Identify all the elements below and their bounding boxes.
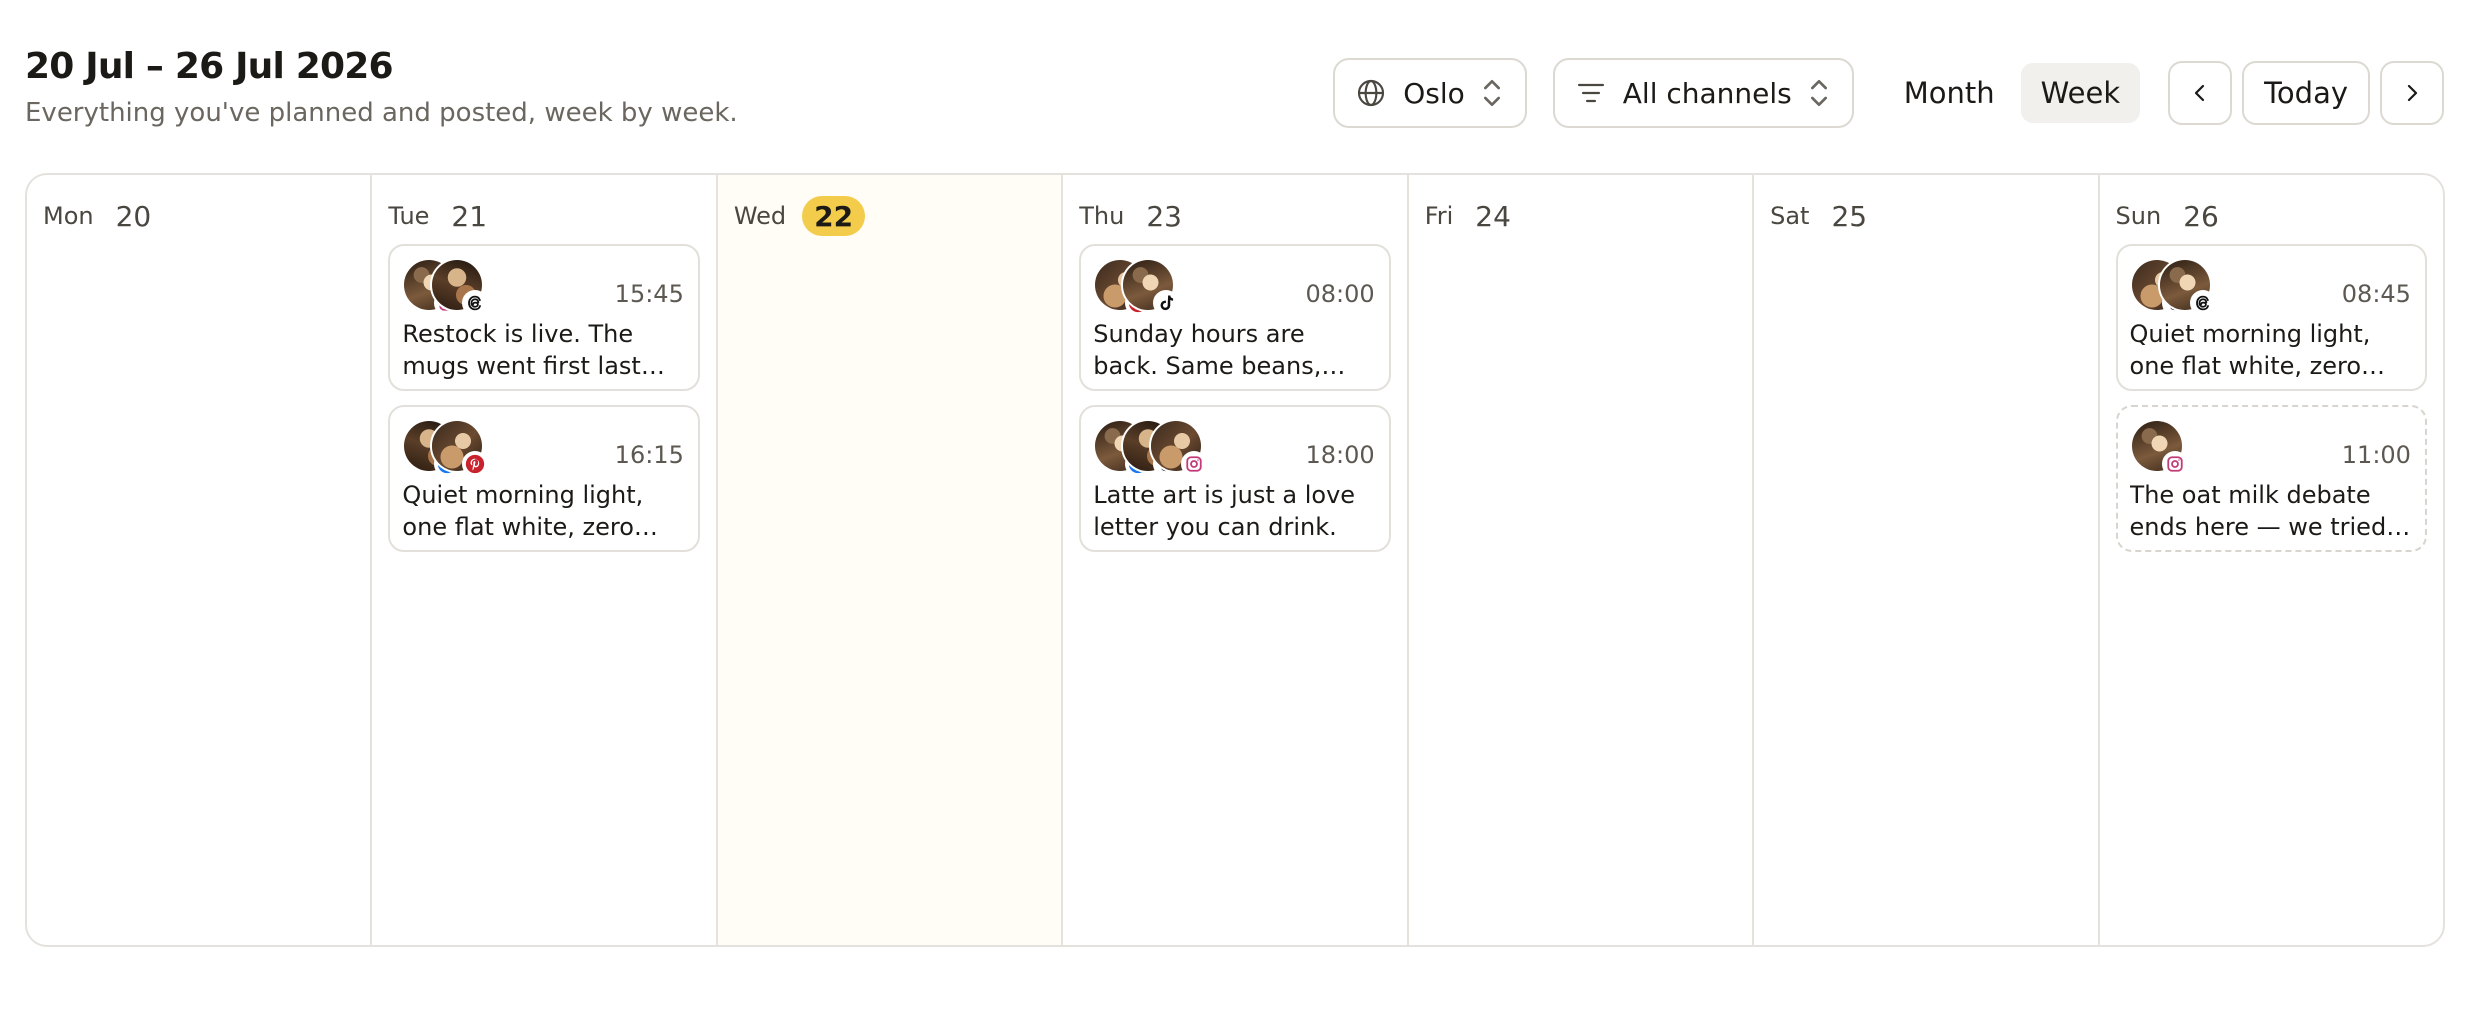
- chevron-right-icon: [2407, 84, 2418, 102]
- date-range-title: 20 Jul – 26 Jul 2026: [25, 46, 394, 87]
- today-button[interactable]: Today: [2242, 61, 2370, 125]
- day-number: 23: [1146, 199, 1182, 233]
- day-posts: 08:45 Quiet morning light, one flat white…: [2115, 244, 2427, 566]
- post-caption: Restock is live. The mugs went first las…: [402, 320, 641, 380]
- day-of-week: Thu: [1079, 202, 1125, 230]
- day-number: 20: [115, 199, 152, 233]
- day-header: Fri 24: [1425, 195, 1752, 237]
- timezone-value: Oslo: [1403, 76, 1465, 110]
- filter-icon: [1577, 83, 1604, 103]
- view-month-button[interactable]: Month: [1884, 63, 2015, 123]
- view-week-button[interactable]: Week: [2020, 63, 2141, 123]
- post-card-header: 08:00: [1093, 258, 1376, 316]
- calendar-page: 20 Jul – 26 Jul 2026 Everything you've p…: [0, 0, 2478, 1014]
- post-card[interactable]: 16:15 Quiet morning light, one flat white…: [388, 405, 700, 552]
- week-calendar-grid: Mon 20 Tue 21 15:45 Restock is live. The mugs…: [25, 173, 2445, 947]
- chevron-up-down-icon: [1810, 80, 1827, 106]
- post-time: 15:45: [614, 280, 684, 308]
- post-time: 08:00: [1305, 280, 1375, 308]
- next-week-button[interactable]: [2380, 61, 2444, 125]
- day-header: Sat 25: [1770, 195, 2097, 237]
- day-number: 24: [1475, 199, 1511, 233]
- threads-icon: [462, 290, 489, 316]
- instagram-icon: [1181, 451, 1208, 477]
- post-caption: Quiet morning light, one flat white, zer…: [2129, 320, 2371, 380]
- day-column-sat[interactable]: Sat 25: [1754, 175, 2100, 945]
- post-card[interactable]: 18:00 Latte art is just a love letter you…: [1079, 405, 1391, 552]
- avatar: [1121, 258, 1180, 316]
- toolbar: Oslo All channels Month Week Today: [1333, 57, 2444, 129]
- day-of-week: Tue: [388, 202, 430, 230]
- day-column-fri[interactable]: Fri 24: [1409, 175, 1755, 945]
- day-of-week: Sun: [2115, 202, 2162, 230]
- day-of-week: Wed: [733, 202, 787, 230]
- day-header: Tue 21: [388, 195, 715, 237]
- post-caption: Quiet morning light, one flat white, zer…: [402, 481, 644, 541]
- day-of-week: Mon: [43, 202, 94, 230]
- day-column-mon[interactable]: Mon 20: [27, 175, 373, 945]
- post-caption: Latte art is just a love letter you can …: [1093, 481, 1356, 541]
- account-avatars: [1093, 258, 1180, 316]
- day-header: Mon 20: [43, 195, 370, 237]
- avatar: [2157, 258, 2216, 316]
- day-number: 25: [1831, 199, 1868, 233]
- previous-week-button[interactable]: [2168, 61, 2233, 125]
- channels-filter-value: All channels: [1622, 76, 1792, 110]
- post-card-header: 16:15: [402, 419, 685, 477]
- day-of-week: Sat: [1770, 202, 1810, 230]
- avatar: [1149, 419, 1208, 477]
- account-avatars: [402, 419, 489, 477]
- page-header: 20 Jul – 26 Jul 2026 Everything you've p…: [25, 46, 738, 128]
- account-avatars: [2129, 419, 2188, 477]
- draft-post-card[interactable]: 11:00 The oat milk debate ends here — we …: [2115, 405, 2427, 552]
- timezone-select[interactable]: Oslo: [1333, 58, 1527, 128]
- post-card-header: 15:45: [402, 258, 685, 316]
- globe-icon: [1358, 79, 1385, 107]
- post-card-header: 11:00: [2129, 419, 2413, 477]
- chevron-up-down-icon: [1483, 80, 1500, 106]
- today-date-badge: 22: [802, 196, 866, 236]
- post-time: 18:00: [1305, 441, 1375, 469]
- post-card-header: 08:45: [2129, 258, 2413, 316]
- day-column-tue[interactable]: Tue 21 15:45 Restock is live. The mugs went…: [372, 175, 718, 945]
- pinterest-icon: [462, 451, 489, 477]
- day-header: Thu 23: [1079, 195, 1406, 237]
- chevron-left-icon: [2195, 84, 2205, 102]
- day-number: 21: [451, 199, 488, 233]
- day-number: 26: [2183, 199, 2219, 233]
- account-avatars: [402, 258, 489, 316]
- day-header: Sun 26: [2116, 195, 2443, 237]
- account-avatars: [1093, 419, 1208, 477]
- day-posts: 15:45 Restock is live. The mugs went firs…: [388, 244, 700, 566]
- day-posts: 08:00 Sunday hours are back. Same beans, …: [1079, 244, 1391, 566]
- avatar: [430, 258, 489, 316]
- post-card[interactable]: 08:00 Sunday hours are back. Same beans, …: [1079, 244, 1391, 391]
- view-switcher: Month Week: [1884, 63, 2141, 123]
- day-column-sun[interactable]: Sun 26 08:45 Quiet morning light, one flat …: [2100, 175, 2443, 945]
- instagram-icon: [2161, 451, 2188, 477]
- post-caption: Sunday hours are back. Same beans, slowe…: [1093, 320, 1322, 380]
- post-time: 08:45: [2341, 280, 2411, 308]
- post-time: 11:00: [2341, 441, 2411, 469]
- account-avatars: [2129, 258, 2216, 316]
- tiktok-icon: [1153, 290, 1180, 316]
- day-of-week: Fri: [1424, 202, 1454, 230]
- channels-filter-select[interactable]: All channels: [1552, 58, 1854, 128]
- day-header: Wed 22: [734, 195, 1061, 237]
- post-card[interactable]: 15:45 Restock is live. The mugs went firs…: [388, 244, 700, 391]
- day-column-thu[interactable]: Thu 23 08:00 Sunday hours are back. Same be…: [1063, 175, 1409, 945]
- post-card[interactable]: 08:45 Quiet morning light, one flat white…: [2115, 244, 2427, 391]
- page-subtitle: Everything you've planned and posted, we…: [25, 98, 738, 129]
- avatar: [2129, 419, 2188, 477]
- post-time: 16:15: [614, 441, 684, 469]
- post-card-header: 18:00: [1093, 419, 1376, 477]
- avatar: [430, 419, 489, 477]
- threads-icon: [2189, 290, 2216, 316]
- day-column-wed[interactable]: Wed 22: [717, 175, 1064, 945]
- post-caption: The oat milk debate ends here — we tried…: [2129, 481, 2387, 541]
